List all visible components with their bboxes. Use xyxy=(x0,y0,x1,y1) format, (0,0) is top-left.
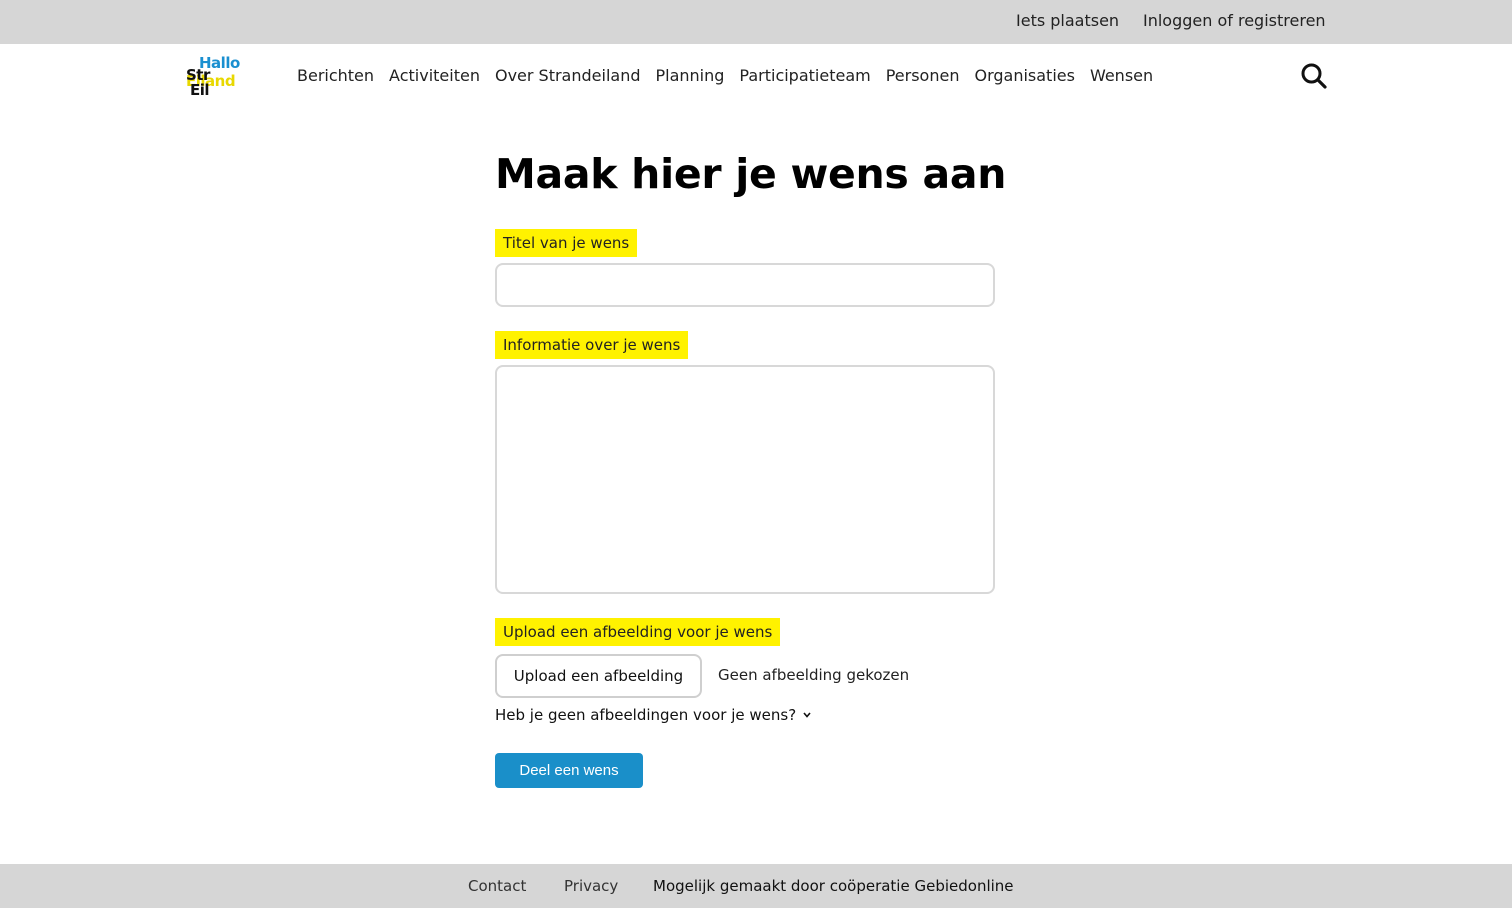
site-logo[interactable]: Hallo Eiland Str Eil xyxy=(186,56,248,98)
nav-item-organisaties[interactable]: Organisaties xyxy=(974,66,1074,85)
post-something-link[interactable]: Iets plaatsen xyxy=(1016,11,1119,30)
upload-field-label: Upload een afbeelding voor je wens xyxy=(495,618,781,646)
page-title: Maak hier je wens aan xyxy=(495,150,1007,198)
nav-item-participatieteam[interactable]: Participatieteam xyxy=(739,66,870,85)
wish-info-textarea[interactable] xyxy=(495,365,995,594)
nav-item-planning[interactable]: Planning xyxy=(655,66,724,85)
nav-item-over-strandeiland[interactable]: Over Strandeiland xyxy=(495,66,641,85)
nav-item-activiteiten[interactable]: Activiteiten xyxy=(389,66,480,85)
main-nav: Berichten Activiteiten Over Strandeiland… xyxy=(297,66,1153,85)
footer-privacy-link[interactable]: Privacy xyxy=(564,877,618,895)
nav-item-personen[interactable]: Personen xyxy=(886,66,960,85)
nav-item-wensen[interactable]: Wensen xyxy=(1090,66,1153,85)
info-field-label: Informatie over je wens xyxy=(495,331,689,359)
chevron-down-icon xyxy=(803,712,811,718)
no-images-toggle[interactable]: Heb je geen afbeeldingen voor je wens? xyxy=(495,706,812,724)
no-images-toggle-label: Heb je geen afbeeldingen voor je wens? xyxy=(495,706,797,724)
search-icon[interactable] xyxy=(1300,62,1328,90)
upload-image-button[interactable]: Upload een afbeelding xyxy=(495,654,702,698)
logo-text-eil: Eil xyxy=(190,81,210,99)
no-file-chosen-text: Geen afbeelding gekozen xyxy=(718,666,910,684)
wish-title-input[interactable] xyxy=(495,263,995,307)
login-register-link[interactable]: Inloggen of registreren xyxy=(1143,11,1326,30)
nav-item-berichten[interactable]: Berichten xyxy=(297,66,374,85)
submit-wish-button[interactable]: Deel een wens xyxy=(495,753,643,788)
top-bar: Iets plaatsen Inloggen of registreren xyxy=(0,0,1512,44)
footer-credit-text: Mogelijk gemaakt door coöperatie Gebiedo… xyxy=(653,877,1014,895)
footer: Contact Privacy Mogelijk gemaakt door co… xyxy=(0,864,1512,908)
title-field-label: Titel van je wens xyxy=(495,229,638,257)
footer-contact-link[interactable]: Contact xyxy=(468,877,526,895)
